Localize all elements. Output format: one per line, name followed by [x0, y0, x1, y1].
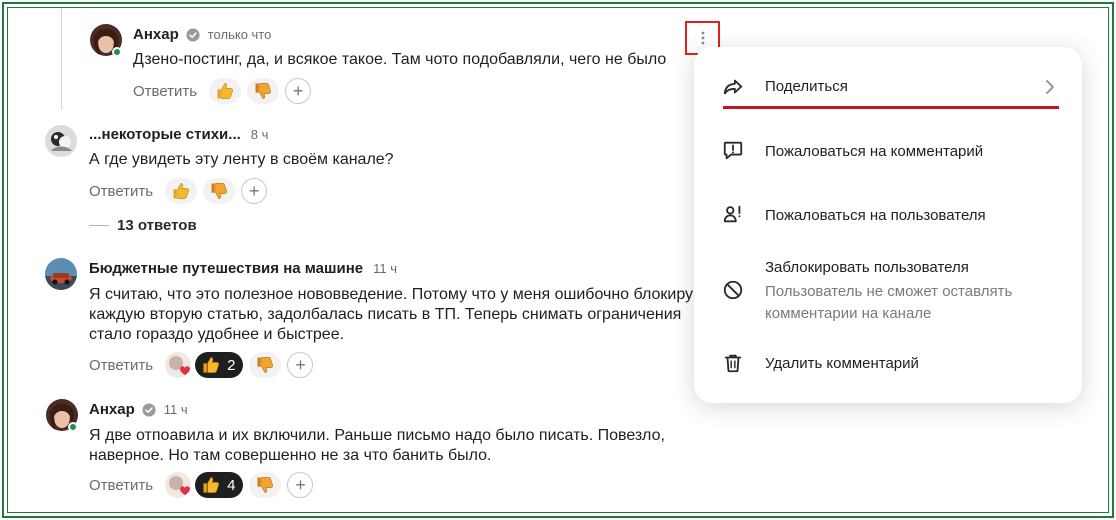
online-status-dot — [68, 422, 78, 432]
menu-item-block-user[interactable]: Заблокировать пользователя Пользователь … — [694, 252, 1082, 332]
verified-check-icon — [186, 28, 200, 42]
chevron-right-icon — [1046, 80, 1054, 94]
avatar[interactable] — [45, 125, 77, 157]
comment-text: А где увидеть эту ленту в своём канале? — [89, 151, 394, 168]
reactor-avatar — [165, 472, 192, 498]
menu-item-hint: Пользователь не сможет оставлять — [765, 283, 1013, 300]
like-count: 2 — [227, 356, 236, 374]
add-reaction-button[interactable]: + — [287, 352, 314, 378]
comment-text-line: наверное. Но там совершенно не за что ба… — [89, 447, 492, 464]
vertical-ellipsis-icon — [701, 31, 704, 45]
reply-button[interactable]: Ответить — [89, 183, 153, 200]
comment-time: 11 ч — [163, 402, 188, 417]
menu-item-share[interactable]: Поделиться — [694, 47, 1082, 117]
like-button-active[interactable]: 4 — [195, 472, 244, 498]
add-reaction-button[interactable]: + — [241, 178, 268, 204]
menu-item-label: Пожаловаться на пользователя — [765, 207, 986, 224]
menu-item-label: Удалить комментарий — [765, 355, 919, 372]
add-reaction-button[interactable]: + — [285, 78, 312, 104]
reply-button[interactable]: Ответить — [133, 83, 197, 100]
menu-item-label: Пожаловаться на комментарий — [765, 143, 984, 160]
plus-icon: + — [295, 475, 306, 495]
like-button[interactable] — [165, 178, 198, 204]
dislike-button[interactable] — [247, 78, 280, 104]
verified-check-icon — [142, 403, 156, 417]
comment-time: 11 ч — [373, 261, 398, 276]
comment-author[interactable]: Анхар — [133, 26, 179, 43]
replies-divider — [89, 225, 109, 226]
menu-item-report-user[interactable]: Пожаловаться на пользователя — [694, 192, 1082, 242]
dislike-button[interactable] — [203, 178, 236, 204]
like-button[interactable] — [209, 78, 242, 104]
reply-button[interactable]: Ответить — [89, 477, 153, 494]
plus-icon: + — [295, 355, 306, 375]
add-reaction-button[interactable]: + — [287, 472, 314, 498]
thumbs-down-icon — [253, 81, 273, 101]
thumbs-up-icon — [215, 81, 235, 101]
thread-line — [61, 8, 62, 110]
menu-item-hint: комментарии на канале — [765, 305, 932, 322]
comment-text-line: каждую вторую статью, задолбалась писать… — [89, 306, 682, 323]
share-arrow-icon — [723, 79, 743, 95]
menu-item-label: Заблокировать пользователя — [765, 259, 969, 276]
reactor-avatar — [165, 352, 192, 378]
online-status-dot — [112, 47, 122, 57]
dislike-button[interactable] — [249, 472, 282, 498]
context-menu: Поделиться Пожаловаться на комментарий П… — [694, 47, 1082, 403]
comment-text: Дзено-постинг, да, и всякое такое. Там ч… — [133, 51, 667, 68]
exclamation-bubble-icon — [723, 141, 743, 160]
thumbs-down-icon — [209, 181, 229, 201]
block-icon — [723, 280, 743, 300]
menu-item-label: Поделиться — [765, 78, 848, 95]
menu-item-delete-comment[interactable]: Удалить комментарий — [694, 342, 1082, 392]
dislike-button[interactable] — [249, 352, 282, 378]
comment-author[interactable]: ...некоторые стихи... — [89, 126, 241, 143]
menu-item-report-comment[interactable]: Пожаловаться на комментарий — [694, 127, 1082, 177]
thumbs-up-icon — [171, 181, 191, 201]
thumbs-down-icon — [255, 475, 275, 495]
comment-time: только что — [207, 27, 272, 42]
plus-icon: + — [292, 81, 304, 101]
avatar[interactable] — [45, 258, 77, 290]
comment-text-line: Я две отпоавила и их включили. Раньше пи… — [89, 427, 665, 444]
like-button-active[interactable]: 2 — [195, 352, 244, 378]
share-highlight-underline — [723, 106, 1059, 109]
comment-author[interactable]: Анхар — [89, 401, 135, 418]
comment-time: 8 ч — [250, 127, 269, 142]
reply-button[interactable]: Ответить — [89, 357, 153, 374]
thumbs-up-icon — [201, 355, 221, 375]
comment-text-line: стало гораздо удобнее и быстрее. — [89, 326, 345, 343]
replies-count: 13 ответов — [117, 217, 197, 234]
comment-author[interactable]: Бюджетные путешествия на машине — [89, 260, 363, 277]
user-exclamation-icon — [723, 205, 741, 223]
plus-icon: + — [248, 181, 260, 201]
like-count: 4 — [227, 476, 236, 494]
comment-text-line: Я считаю, что это полезное нововведение.… — [89, 286, 694, 303]
trash-icon — [724, 354, 742, 373]
show-replies-toggle[interactable]: 13 ответов — [89, 217, 197, 234]
thumbs-up-icon — [201, 475, 221, 495]
thumbs-down-icon — [255, 355, 275, 375]
